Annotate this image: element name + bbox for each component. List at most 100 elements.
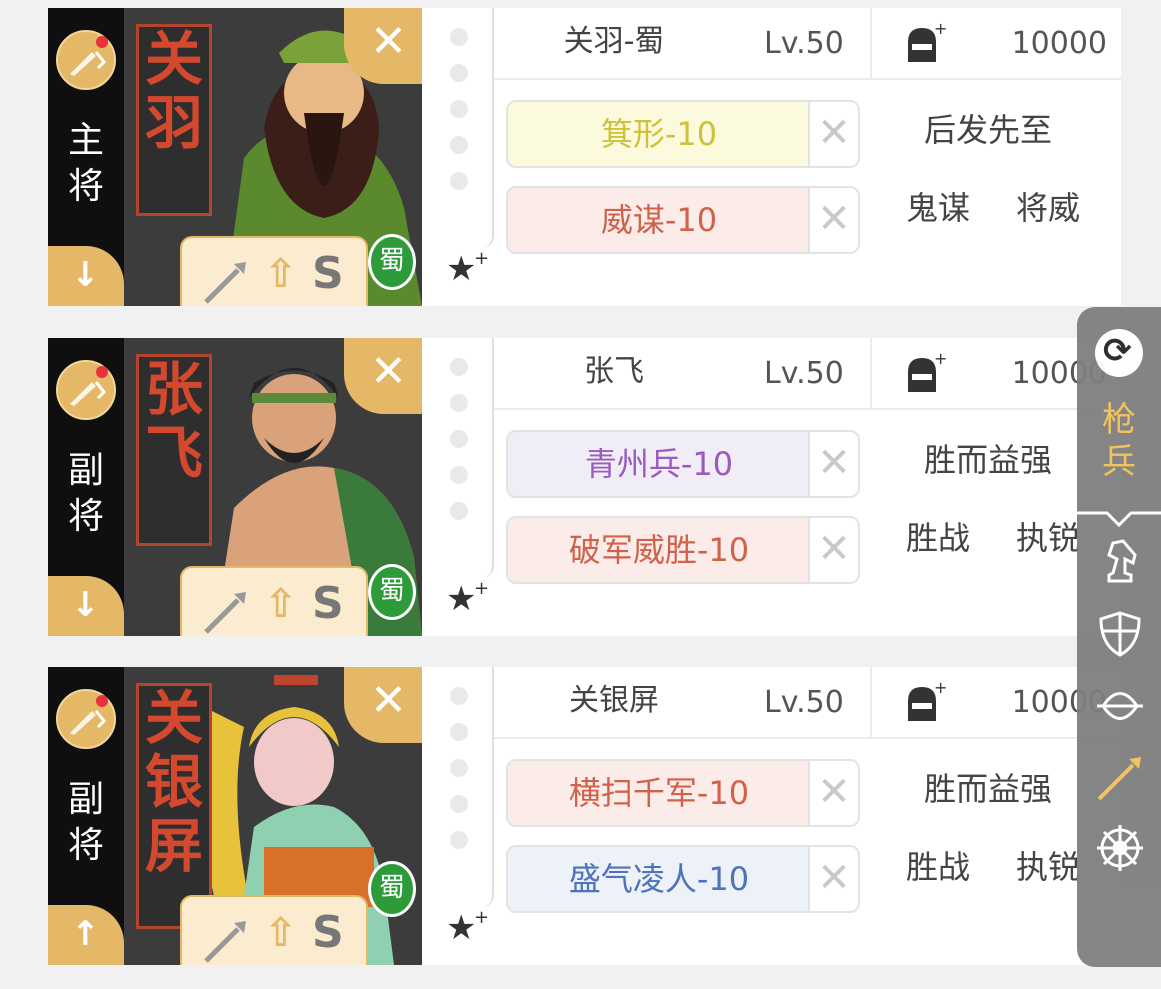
- name-banner: 张飞: [136, 354, 212, 546]
- binding-hole: [450, 687, 468, 705]
- trait-left: 胜战: [906, 519, 971, 557]
- seam: [482, 338, 494, 578]
- binding-hole: [450, 394, 468, 412]
- binding-hole: [450, 723, 468, 741]
- binding-hole: [450, 831, 468, 849]
- tactic-name: 威谋-10: [508, 188, 810, 252]
- equipment-slot[interactable]: ⇧ S: [180, 895, 368, 965]
- general-rail: 副将 ↑: [48, 667, 124, 965]
- general-card: 副将 ↑ 关银屏 ✕ 蜀 ⇧ S ★ + 关银屏 Lv.50 + 10000 横…: [48, 667, 1121, 965]
- general-card: 副将 ↓ 张飞 ✕ 蜀 ⇧ S ★ + 张飞 Lv.50 + 10000 青州兵…: [48, 338, 1121, 636]
- refresh-icon: ⟳: [1103, 331, 1132, 371]
- general-level: Lv.50: [764, 356, 844, 391]
- star-upgrade-button[interactable]: ★ +: [446, 248, 489, 286]
- binding-hole: [450, 64, 468, 82]
- remove-tactic-button[interactable]: ✕: [808, 761, 858, 825]
- binding-hole: [450, 100, 468, 118]
- general-level: Lv.50: [764, 685, 844, 720]
- trait-right: 执锐: [1016, 848, 1081, 886]
- name-row: 张飞 Lv.50: [494, 338, 870, 410]
- trait-left: 鬼谋: [906, 189, 971, 227]
- wheel-icon[interactable]: [1095, 823, 1145, 873]
- kingdom-badge: 蜀: [368, 234, 416, 290]
- general-portrait[interactable]: 张飞 ✕ 蜀 ⇧ S: [124, 338, 422, 636]
- svg-text:+: +: [934, 22, 946, 38]
- general-name: 张飞: [584, 354, 644, 389]
- cavalry-icon[interactable]: [1095, 535, 1145, 585]
- remove-tactic-button[interactable]: ✕: [808, 847, 858, 911]
- upgrade-icon: ⇧: [264, 251, 298, 297]
- general-name: 关羽-蜀: [563, 24, 665, 59]
- name-row: 关羽-蜀 Lv.50: [494, 8, 870, 80]
- tactic-name: 箕形-10: [508, 102, 810, 166]
- refresh-button[interactable]: ⟳: [1095, 329, 1143, 377]
- remove-tactic-button[interactable]: ✕: [808, 188, 858, 252]
- remove-general-button[interactable]: ✕: [344, 667, 422, 743]
- name-row: 关银屏 Lv.50: [494, 667, 870, 739]
- card-spine: ★ +: [422, 338, 494, 636]
- troop-count: 10000: [1011, 26, 1107, 61]
- close-icon: ✕: [370, 16, 407, 67]
- spear-icon: [204, 592, 246, 634]
- remove-general-button[interactable]: ✕: [344, 338, 422, 414]
- move-up-button[interactable]: ↑: [48, 905, 124, 965]
- tactic-slot[interactable]: 青州兵-10 ✕: [506, 430, 860, 498]
- tactic-name: 青州兵-10: [508, 432, 810, 496]
- arrow-up-icon: ↑: [71, 914, 100, 954]
- kingdom-badge: 蜀: [368, 861, 416, 917]
- tactic-name: 盛气凌人-10: [508, 847, 810, 911]
- binding-hole: [450, 172, 468, 190]
- tactic-name: 破军威胜-10: [508, 518, 810, 582]
- card-spine: ★ +: [422, 8, 494, 306]
- spear-icon[interactable]: [1095, 753, 1145, 803]
- sword-icon: [70, 381, 107, 406]
- trait-left: 胜战: [906, 848, 971, 886]
- helmet-icon: +: [908, 22, 946, 62]
- move-down-button[interactable]: ↓: [48, 576, 124, 636]
- grade-label: S: [312, 907, 344, 958]
- bow-icon[interactable]: [1095, 681, 1145, 731]
- general-rail: 副将 ↓: [48, 338, 124, 636]
- binding-hole: [450, 759, 468, 777]
- general-portrait[interactable]: 关羽 ✕ 蜀 ⇧ S: [124, 8, 422, 306]
- tactic-slot[interactable]: 横扫千军-10 ✕: [506, 759, 860, 827]
- equipment-slot[interactable]: ⇧ S: [180, 566, 368, 636]
- sword-icon: [70, 710, 107, 735]
- trait-main: 胜而益强: [924, 441, 1053, 479]
- remove-tactic-button[interactable]: ✕: [808, 432, 858, 496]
- trait-right: 执锐: [1016, 519, 1081, 557]
- general-card: 主将 ↓ 关羽 ✕ 蜀 ⇧ S ★ + 关羽-蜀 Lv.50 + 10000 箕…: [48, 8, 1121, 306]
- tactic-slot[interactable]: 威谋-10 ✕: [506, 186, 860, 254]
- tactic-name: 横扫千军-10: [508, 761, 810, 825]
- equipment-slot[interactable]: ⇧ S: [180, 236, 368, 306]
- power-row: + 10000: [872, 8, 1121, 80]
- name-banner: 关羽: [136, 24, 212, 216]
- binding-hole: [450, 795, 468, 813]
- remove-tactic-button[interactable]: ✕: [808, 518, 858, 582]
- troop-type-selected[interactable]: 枪兵: [1077, 399, 1161, 483]
- trait-right: 将威: [1016, 189, 1081, 227]
- general-portrait[interactable]: 关银屏 ✕ 蜀 ⇧ S: [124, 667, 422, 965]
- binding-hole: [450, 466, 468, 484]
- rank-label: 副将: [67, 779, 104, 866]
- general-name: 关银屏: [569, 683, 659, 718]
- selection-notch: [1077, 511, 1161, 527]
- card-spine: ★ +: [422, 667, 494, 965]
- arrow-down-icon: ↓: [71, 255, 100, 295]
- tactic-slot[interactable]: 箕形-10 ✕: [506, 100, 860, 168]
- binding-hole: [450, 28, 468, 46]
- move-down-button[interactable]: ↓: [48, 246, 124, 306]
- remove-general-button[interactable]: ✕: [344, 8, 422, 84]
- helmet-icon: +: [908, 352, 946, 392]
- shield-icon[interactable]: [1095, 609, 1145, 659]
- notification-dot: [96, 695, 108, 707]
- close-icon: ✕: [370, 346, 407, 397]
- star-upgrade-button[interactable]: ★ +: [446, 907, 489, 945]
- remove-tactic-button[interactable]: ✕: [808, 102, 858, 166]
- binding-hole: [450, 136, 468, 154]
- tactic-slot[interactable]: 破军威胜-10 ✕: [506, 516, 860, 584]
- tactic-slot[interactable]: 盛气凌人-10 ✕: [506, 845, 860, 913]
- star-upgrade-button[interactable]: ★ +: [446, 578, 489, 616]
- seam: [482, 8, 494, 248]
- trait-main: 后发先至: [924, 111, 1053, 149]
